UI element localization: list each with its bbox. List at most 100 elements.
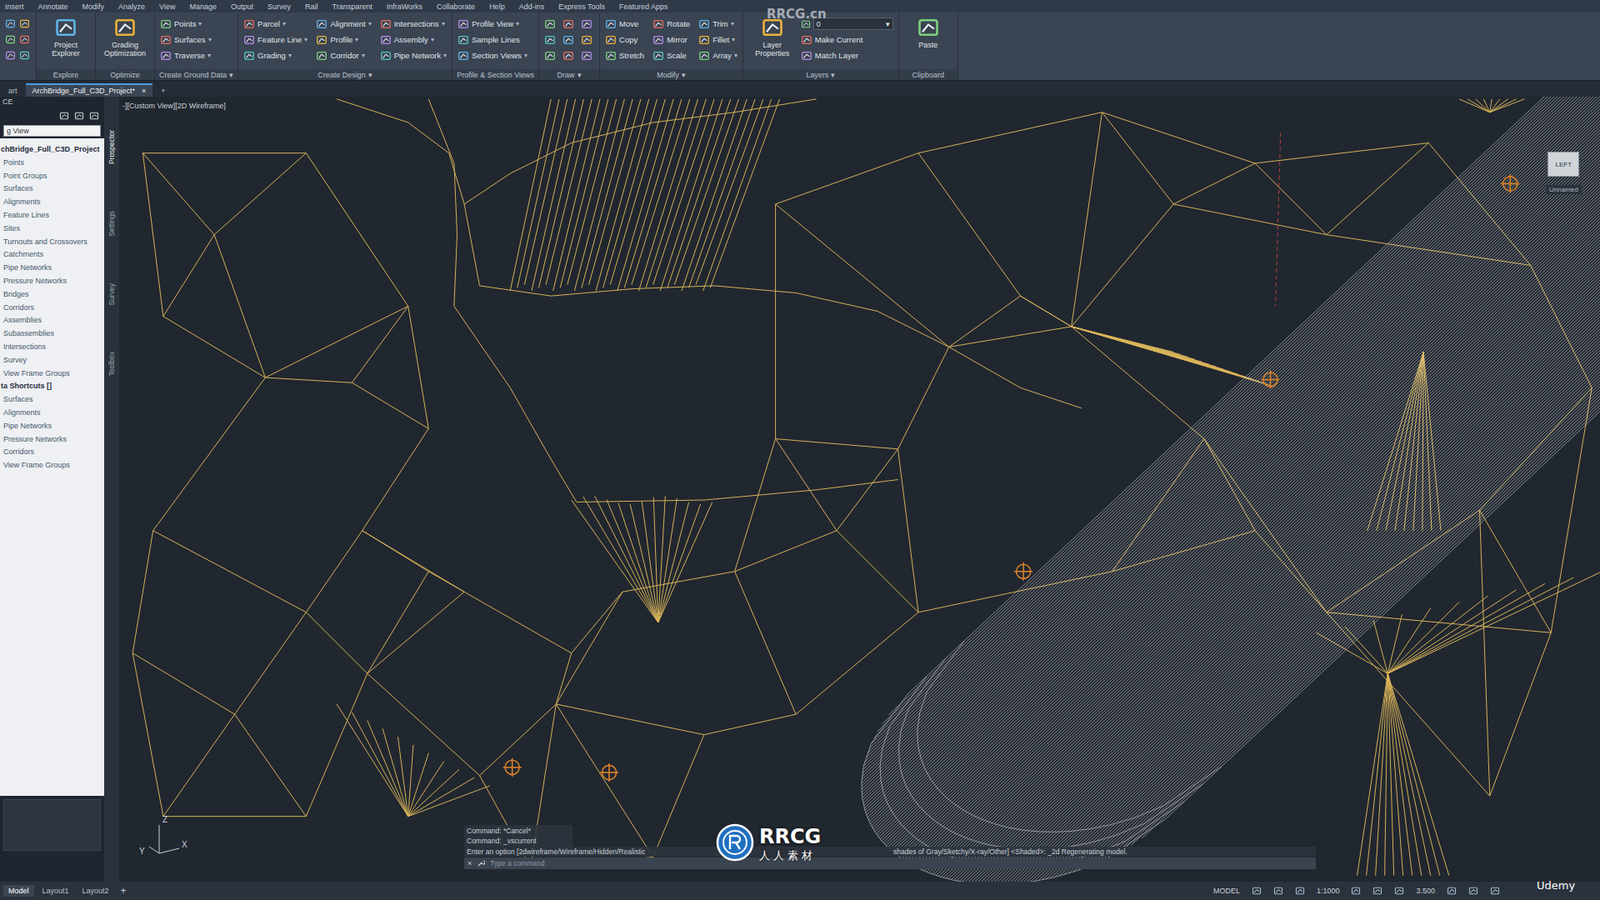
tree-item[interactable]: Pipe Networks [0,420,105,434]
ribbon-tool[interactable]: Sample Lines [457,31,528,48]
wrench-icon[interactable] [476,859,485,868]
menu-item[interactable]: Annotate [38,2,69,11]
ribbon-tool[interactable]: Parcel▾ [243,15,308,32]
add-layout-button[interactable]: + [117,885,130,897]
tree-item[interactable]: Survey [0,354,105,368]
ribbon-tool[interactable]: Surfaces▾ [160,31,212,48]
dropdown-caret[interactable]: ▾ [368,20,372,28]
panel-caret[interactable]: ▾ [368,70,373,80]
dropdown-caret[interactable]: ▾ [208,35,212,44]
panel-caret[interactable]: ▾ [229,70,234,80]
file-tab[interactable]: art [1,85,25,97]
panel-title[interactable]: Explore [36,69,95,80]
tree-item[interactable]: Pressure Networks [0,275,105,289]
tree-item[interactable]: Intersections [0,340,105,355]
panel-title[interactable]: Clipboard [899,69,958,80]
model-viewport[interactable]: -][Custom View][2D Wireframe]LEFTUnnamed… [119,96,1600,882]
grip-marker[interactable] [1014,562,1033,581]
tree-item[interactable]: Surfaces [0,182,105,196]
menu-item[interactable]: Modify [82,2,105,11]
dropdown-caret[interactable]: ▾ [524,51,528,60]
tree-item[interactable]: Pipe Networks [0,261,105,275]
named-view[interactable]: Unnamed [1549,185,1579,194]
status-item[interactable]: MODEL [1213,886,1240,895]
ribbon-tool[interactable]: Match Layer [800,47,894,64]
panel-caret[interactable]: ▾ [830,70,835,80]
dropdown-caret[interactable]: ▾ [355,35,359,44]
dropdown-caret[interactable]: ▾ [441,20,445,28]
ribbon-tool[interactable]: Scale [652,47,690,64]
tree-item[interactable]: Assemblies [0,314,105,328]
menu-item[interactable]: Output [230,2,254,11]
ribbon-button[interactable]: Layer Properties [748,15,797,58]
ribbon-tool[interactable]: Points▾ [160,15,212,32]
panel-title[interactable]: Modify▾ [600,69,743,80]
dropdown-caret[interactable]: ▾ [885,20,890,29]
tree-item[interactable]: Corridors [0,301,105,315]
status-item[interactable]: 3.500 [1415,886,1435,895]
tree-item[interactable]: Pressure Networks [0,433,105,447]
grip-marker[interactable] [600,763,619,782]
tree-item[interactable]: ta Shortcuts [] [0,380,105,394]
new-tab-button[interactable]: + [160,86,165,95]
close-command-button[interactable]: × [467,859,472,868]
ribbon-tool[interactable]: Array▾ [698,47,738,64]
tree-item[interactable]: View Frame Groups [0,459,105,473]
ribbon-tool[interactable]: Copy [605,31,645,48]
dropdown-caret[interactable]: ▾ [288,51,292,60]
status-item[interactable]: 1:1000 [1316,886,1340,895]
ribbon-tool[interactable]: Profile▾ [315,31,371,48]
panel-caret[interactable]: ▾ [577,70,582,80]
dropdown-caret[interactable]: ▾ [730,20,735,28]
ribbon-tool[interactable]: Intersections▾ [380,15,448,32]
tree-item[interactable]: Subassemblies [0,327,105,341]
panel-title[interactable]: Layers▾ [743,69,899,80]
tree-item[interactable]: Feature Lines [0,209,105,223]
layout-tab[interactable]: Model [3,885,35,897]
ribbon-tool[interactable]: Grading▾ [243,47,308,64]
ribbon-tool[interactable]: Corridor▾ [315,47,371,64]
menu-item[interactable]: Collaborate [436,2,475,11]
toolspace-tab[interactable]: Toolbox [107,351,116,376]
tree-item[interactable]: Corridors [0,445,105,460]
ribbon-tool[interactable]: Make Current [800,31,894,48]
menu-item[interactable]: Manage [189,2,217,11]
viewcube[interactable]: LEFTUnnamed [1545,151,1582,195]
dropdown-caret[interactable]: ▾ [734,51,738,60]
tree-item[interactable]: Sites [0,222,105,236]
panel-caret[interactable]: ▾ [681,70,686,80]
menu-item[interactable]: Transparent [332,2,373,11]
ribbon-tool[interactable]: Traverse▾ [160,47,212,64]
menu-item[interactable]: Add-ins [519,2,545,11]
tree-item[interactable]: Points [0,156,105,170]
ribbon-tool[interactable]: Trim▾ [698,15,738,32]
tree-item[interactable]: Point Groups [0,170,105,184]
panel-title[interactable]: Optimize [95,69,155,80]
toolspace-tab[interactable]: Survey [107,283,116,305]
file-tab[interactable]: ArchBridge_Full_C3D_Project*× [25,83,154,97]
ribbon-tool[interactable]: Mirror [652,31,690,48]
tree-item[interactable]: Catchments [0,248,105,262]
dropdown-caret[interactable]: ▾ [443,51,447,60]
dropdown-caret[interactable]: ▾ [198,20,202,28]
ribbon-tool[interactable]: Section Views▾ [457,47,528,64]
close-tab-button[interactable]: × [141,86,146,95]
tree-item[interactable]: Turnouts and Crossovers [0,235,105,250]
command-input[interactable] [490,859,1313,868]
menu-item[interactable]: InfraWorks [386,2,423,11]
tree-item[interactable]: View Frame Groups [0,367,105,381]
tree-item[interactable]: Alignments [0,406,105,420]
ribbon-button[interactable]: Grading Optimization [100,15,150,58]
menu-item[interactable]: Analyze [118,2,145,11]
panel-title[interactable]: Create Ground Data▾ [155,69,238,80]
menu-item[interactable]: Help [489,2,505,11]
menu-item[interactable]: Insert [5,2,25,11]
menu-item[interactable]: Express Tools [558,2,605,11]
layout-tab[interactable]: Layout2 [77,885,115,897]
dropdown-caret[interactable]: ▾ [430,35,435,44]
dropdown-caret[interactable]: ▾ [304,35,308,44]
grip-marker[interactable] [503,758,522,777]
dropdown-caret[interactable]: ▾ [731,35,735,44]
tree-item[interactable]: Surfaces [0,393,105,407]
ribbon-tool[interactable]: Alignment▾ [315,15,371,32]
